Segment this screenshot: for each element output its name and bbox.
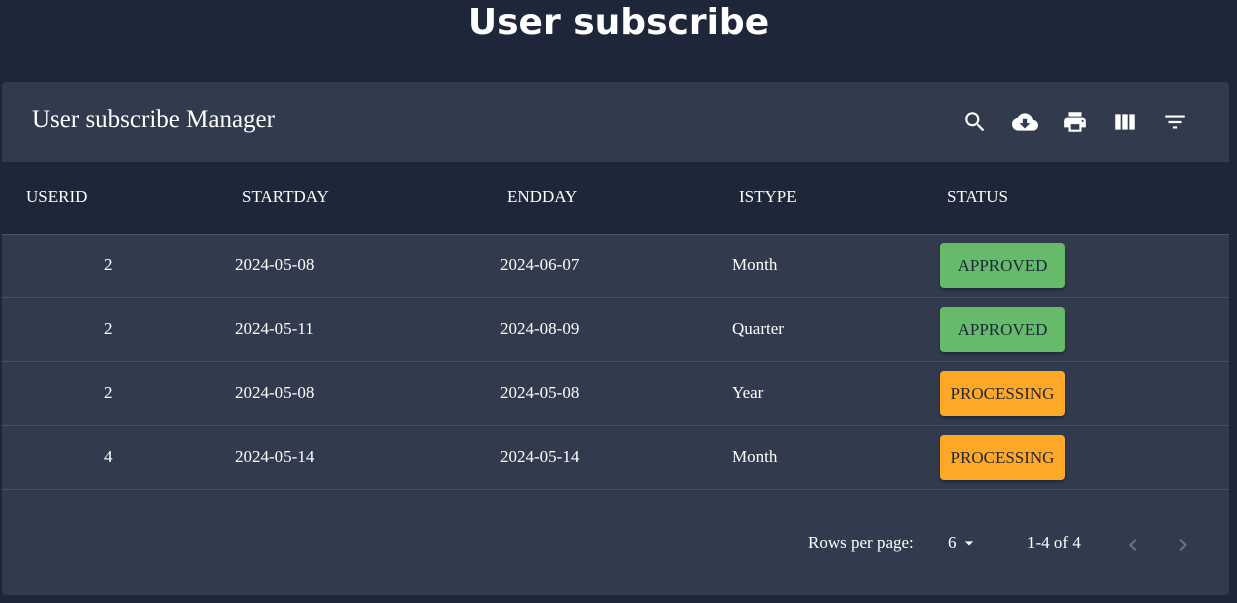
status-button[interactable]: APPROVED [940, 243, 1065, 288]
filter-button[interactable] [1155, 102, 1195, 142]
table-row: 2 2024-05-11 2024-08-09 Quarter APPROVED [2, 298, 1229, 362]
cell-userid-text: 2 [104, 319, 113, 338]
cell-startday: 2024-05-08 [235, 255, 315, 274]
print-button[interactable] [1055, 102, 1095, 142]
cell-istype: Month [732, 255, 778, 274]
table-pagination: Rows per page: 6 1-4 of 4 [2, 510, 1229, 595]
toolbar-title: User subscribe Manager [32, 106, 275, 133]
table-toolbar: User subscribe Manager [2, 82, 1229, 162]
table-row: 4 2024-05-14 2024-05-14 Month PROCESSING [2, 426, 1229, 490]
column-header-startday[interactable]: STARTDAY [242, 187, 329, 207]
cell-endday: 2024-06-07 [500, 255, 580, 274]
cell-startday: 2024-05-14 [235, 447, 315, 466]
cell-startday: 2024-05-11 [235, 319, 314, 338]
search-icon [965, 112, 985, 132]
previous-page-button[interactable] [1115, 527, 1151, 563]
arrow-drop-down-icon [964, 541, 973, 546]
cell-istype: Quarter [732, 319, 784, 338]
cell-userid-text: 2 [104, 383, 113, 402]
cell-userid-text: 2 [104, 255, 113, 274]
column-header-userid[interactable]: USERID [26, 187, 87, 207]
search-button[interactable] [955, 102, 995, 142]
cell-endday: 2024-05-14 [500, 447, 580, 466]
download-csv-button[interactable] [1005, 102, 1045, 142]
page-title: User subscribe [467, 2, 770, 43]
pagination-range: 1-4 of 4 [1027, 533, 1081, 552]
subscribe-table-panel: User subscribe Manager USERID STARTDAY E… [2, 82, 1229, 595]
cell-userid-text: 4 [104, 447, 113, 466]
table-header: USERID STARTDAY ENDDAY ISTYPE STATUS [2, 162, 1229, 235]
cell-istype: Year [732, 383, 764, 402]
rows-per-page-select[interactable]: 6 [948, 530, 988, 556]
status-button[interactable]: PROCESSING [940, 435, 1065, 480]
cell-endday: 2024-08-09 [500, 319, 580, 338]
cloud-download-icon [1012, 113, 1038, 131]
rows-per-page-label: Rows per page: [808, 533, 914, 552]
rows-per-page-value: 6 [948, 533, 957, 552]
column-header-istype[interactable]: ISTYPE [739, 187, 797, 207]
cell-startday: 2024-05-08 [235, 383, 315, 402]
column-header-endday[interactable]: ENDDAY [507, 187, 577, 207]
view-columns-button[interactable] [1105, 102, 1145, 142]
chevron-right-icon [1179, 539, 1187, 551]
table-row: 2 2024-05-08 2024-05-08 Year PROCESSING [2, 362, 1229, 426]
cell-endday: 2024-05-08 [500, 383, 580, 402]
status-button[interactable]: PROCESSING [940, 371, 1065, 416]
next-page-button[interactable] [1165, 527, 1201, 563]
print-icon [1064, 112, 1086, 132]
table-row: 2 2024-05-08 2024-06-07 Month APPROVED [2, 234, 1229, 298]
filter-icon [1165, 115, 1185, 129]
status-button[interactable]: APPROVED [940, 307, 1065, 352]
view-columns-icon [1115, 114, 1135, 130]
cell-istype: Month [732, 447, 778, 466]
chevron-left-icon [1129, 539, 1137, 551]
column-header-status[interactable]: STATUS [947, 187, 1008, 207]
